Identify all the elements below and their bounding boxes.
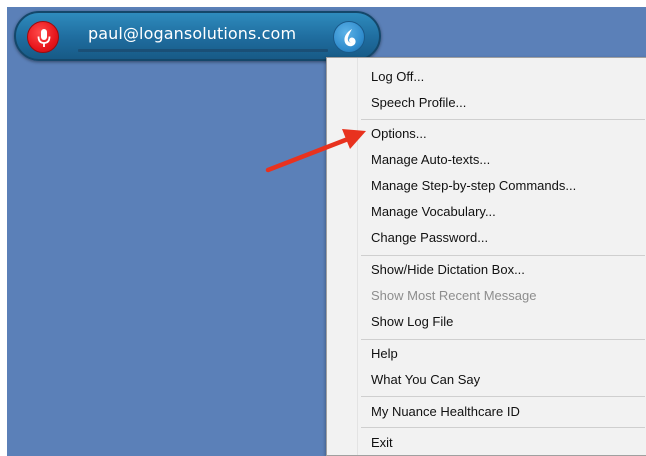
menu-item-change-password[interactable]: Change Password... bbox=[371, 225, 488, 251]
menu-item-manage-step-by-step-commands[interactable]: Manage Step-by-step Commands... bbox=[371, 173, 576, 199]
menu-item-show-log-file[interactable]: Show Log File bbox=[371, 309, 453, 335]
menu-item-help[interactable]: Help bbox=[371, 341, 398, 367]
email-underline bbox=[78, 49, 328, 52]
menu-item-manage-vocabulary[interactable]: Manage Vocabulary... bbox=[371, 199, 496, 225]
menu-separator bbox=[361, 119, 645, 120]
microphone-button[interactable] bbox=[27, 21, 59, 53]
screenshot-stage: paul@logansolutions.com Log Off... Speec… bbox=[0, 0, 646, 456]
menu-item-manage-auto-texts[interactable]: Manage Auto-texts... bbox=[371, 147, 490, 173]
dragon-logo-icon bbox=[344, 29, 356, 47]
user-email-label: paul@logansolutions.com bbox=[88, 24, 297, 43]
menu-separator bbox=[361, 427, 645, 428]
menu-item-show-most-recent-message: Show Most Recent Message bbox=[371, 288, 537, 303]
context-menu: Log Off... Speech Profile... Options... … bbox=[326, 57, 646, 456]
dragon-menu-button[interactable] bbox=[333, 21, 365, 53]
menu-item-options[interactable]: Options... bbox=[371, 121, 427, 147]
menu-item-what-you-can-say[interactable]: What You Can Say bbox=[371, 367, 480, 393]
menu-item-log-off[interactable]: Log Off... bbox=[371, 64, 424, 90]
annotation-arrow-icon bbox=[265, 129, 366, 173]
menu-separator bbox=[361, 396, 645, 397]
microphone-icon bbox=[37, 29, 51, 47]
menu-separator bbox=[361, 255, 645, 256]
menu-item-show-hide-dictation-box[interactable]: Show/Hide Dictation Box... bbox=[371, 257, 525, 283]
menu-item-my-nuance-healthcare-id[interactable]: My Nuance Healthcare ID bbox=[371, 399, 520, 425]
menu-separator bbox=[361, 339, 645, 340]
menu-item-exit[interactable]: Exit bbox=[371, 430, 393, 456]
dictation-bar[interactable]: paul@logansolutions.com bbox=[14, 11, 381, 61]
menu-item-speech-profile[interactable]: Speech Profile... bbox=[371, 90, 466, 116]
menu-icon-gutter bbox=[357, 58, 358, 455]
